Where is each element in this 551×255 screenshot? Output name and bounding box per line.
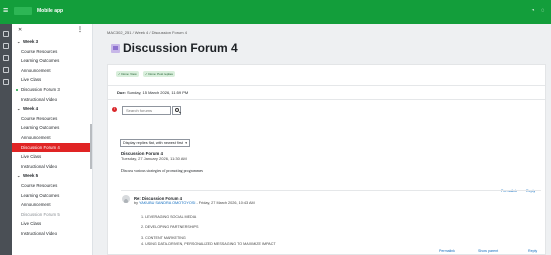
- calendar-icon[interactable]: [3, 55, 9, 61]
- section-label: Week 3: [23, 39, 39, 44]
- badge-done-view: ✓ Done: View: [116, 71, 139, 77]
- course-item-course-resources[interactable]: Course Resources: [12, 181, 92, 191]
- reply-line: 2. DEVELOPING PARTNERSHIPS: [141, 225, 199, 229]
- section-week-3[interactable]: ⌄ Week 3: [12, 37, 92, 47]
- course-item-course-resources[interactable]: Course Resources: [12, 114, 92, 124]
- reply-line: 1. LEVERAGING SOCIAL MEDIA: [141, 215, 197, 219]
- due-value: Sunday, 15 March 2026, 11:59 PM: [127, 90, 189, 95]
- course-item-discussion-forum-4[interactable]: Discussion Forum 4: [12, 142, 92, 153]
- search-input[interactable]: [122, 106, 171, 115]
- section-week-4[interactable]: ⌄ Week 4: [12, 104, 92, 114]
- reply-permalink-link[interactable]: Permalink: [439, 249, 455, 253]
- show-parent-link[interactable]: Show parent: [478, 249, 498, 253]
- course-item-discussion-forum-3[interactable]: Discussion Forum 3: [12, 85, 92, 95]
- forum-icon: [111, 44, 120, 53]
- hamburger-icon[interactable]: ≡: [3, 6, 12, 15]
- drawer-scrollbar[interactable]: [90, 124, 92, 169]
- breadcrumb[interactable]: MAC302_251 / Week 4 / Discussion Forum 4: [107, 30, 187, 35]
- mobile-app-link[interactable]: Mobile app: [37, 8, 63, 14]
- reply-byline: by YAKUBU SANDRA OMOTOYOSI - Friday, 27 …: [134, 201, 255, 205]
- course-item-announcement[interactable]: Announcement: [12, 133, 92, 143]
- course-item-live-class[interactable]: Live Class: [12, 152, 92, 162]
- course-item-announcement[interactable]: Announcement: [12, 200, 92, 210]
- course-item-instructional-video[interactable]: Instructional Video: [12, 95, 92, 105]
- home-icon[interactable]: [3, 31, 9, 37]
- site-logo[interactable]: [14, 7, 32, 15]
- course-item-announcement[interactable]: Announcement: [12, 66, 92, 76]
- post-body: Discuss various strategies of promoting …: [121, 169, 204, 173]
- course-index-list: ⌄ Week 3 Course Resources Learning Outcomes…: [12, 37, 92, 239]
- course-item-instructional-video[interactable]: Instructional Video: [12, 162, 92, 172]
- reply-reply-link[interactable]: Reply: [528, 249, 537, 253]
- search-icon: !: [112, 107, 117, 112]
- bell-icon[interactable]: ◔: [531, 8, 535, 14]
- course-item-course-resources[interactable]: Course Resources: [12, 47, 92, 57]
- course-item-instructional-video[interactable]: Instructional Video: [12, 229, 92, 239]
- close-drawer-icon[interactable]: ✕: [18, 27, 22, 33]
- course-item-learning-outcomes[interactable]: Learning Outcomes: [12, 56, 92, 66]
- top-navbar: ≡ Mobile app ◔ ◌: [0, 0, 551, 24]
- section-week-5[interactable]: ⌄ Week 5: [12, 171, 92, 181]
- reply-date: - Friday, 27 March 2026, 10:43 AM: [196, 201, 255, 205]
- course-item-discussion-forum-5[interactable]: Discussion Forum 5: [12, 210, 92, 220]
- avatar[interactable]: [122, 195, 130, 203]
- page-title: Discussion Forum 4: [123, 41, 238, 55]
- reply-post: Re: Discussion Forum 4 by YAKUBU SANDRA …: [121, 190, 541, 254]
- divider: [108, 85, 545, 86]
- course-item-learning-outcomes[interactable]: Learning Outcomes: [12, 123, 92, 133]
- display-mode-value: Display replies flat, with newest first: [123, 141, 183, 145]
- drawer-menu-icon[interactable]: ⋮: [77, 26, 83, 33]
- courses-icon[interactable]: [3, 79, 9, 85]
- chevron-down-icon: ▾: [185, 141, 187, 145]
- left-icon-rail: [0, 24, 12, 255]
- reply-line: 3. CONTENT MARKETING: [141, 236, 186, 240]
- display-mode-select[interactable]: Display replies flat, with newest first …: [120, 139, 190, 147]
- main-content: MAC302_251 / Week 4 / Discussion Forum 4…: [94, 24, 551, 255]
- chat-icon[interactable]: ◌: [541, 8, 545, 14]
- dashboard-icon[interactable]: [3, 43, 9, 49]
- section-label: Week 4: [23, 106, 39, 112]
- section-label: Week 5: [23, 173, 39, 179]
- course-index-drawer: ✕ ⋮ ⌄ Week 3 Course Resources Learning Outc…: [12, 24, 93, 255]
- drawer-header: ✕ ⋮: [12, 24, 92, 37]
- badge-done-post-replies: ✓ Done: Post replies: [143, 71, 175, 77]
- author-link[interactable]: YAKUBU SANDRA OMOTOYOSI: [139, 201, 195, 205]
- due-date: Due: Sunday, 15 March 2026, 11:59 PM: [117, 90, 188, 95]
- course-item-live-class[interactable]: Live Class: [12, 219, 92, 229]
- due-label: Due:: [117, 90, 126, 95]
- reply-line: 4. USING DATA-DRIVEN, PERSONALIZED MESSA…: [141, 242, 276, 246]
- byline-prefix: by: [134, 201, 139, 205]
- divider: [108, 99, 545, 100]
- magnifier-icon: [175, 108, 179, 112]
- course-item-learning-outcomes[interactable]: Learning Outcomes: [12, 191, 92, 201]
- files-icon[interactable]: [3, 67, 9, 73]
- post-date: Tuesday, 27 January 2026, 11:30 AM: [121, 156, 187, 161]
- search-button[interactable]: [172, 106, 181, 115]
- course-item-live-class[interactable]: Live Class: [12, 75, 92, 85]
- forum-card: ✓ Done: View ✓ Done: Post replies Due: S…: [107, 64, 546, 255]
